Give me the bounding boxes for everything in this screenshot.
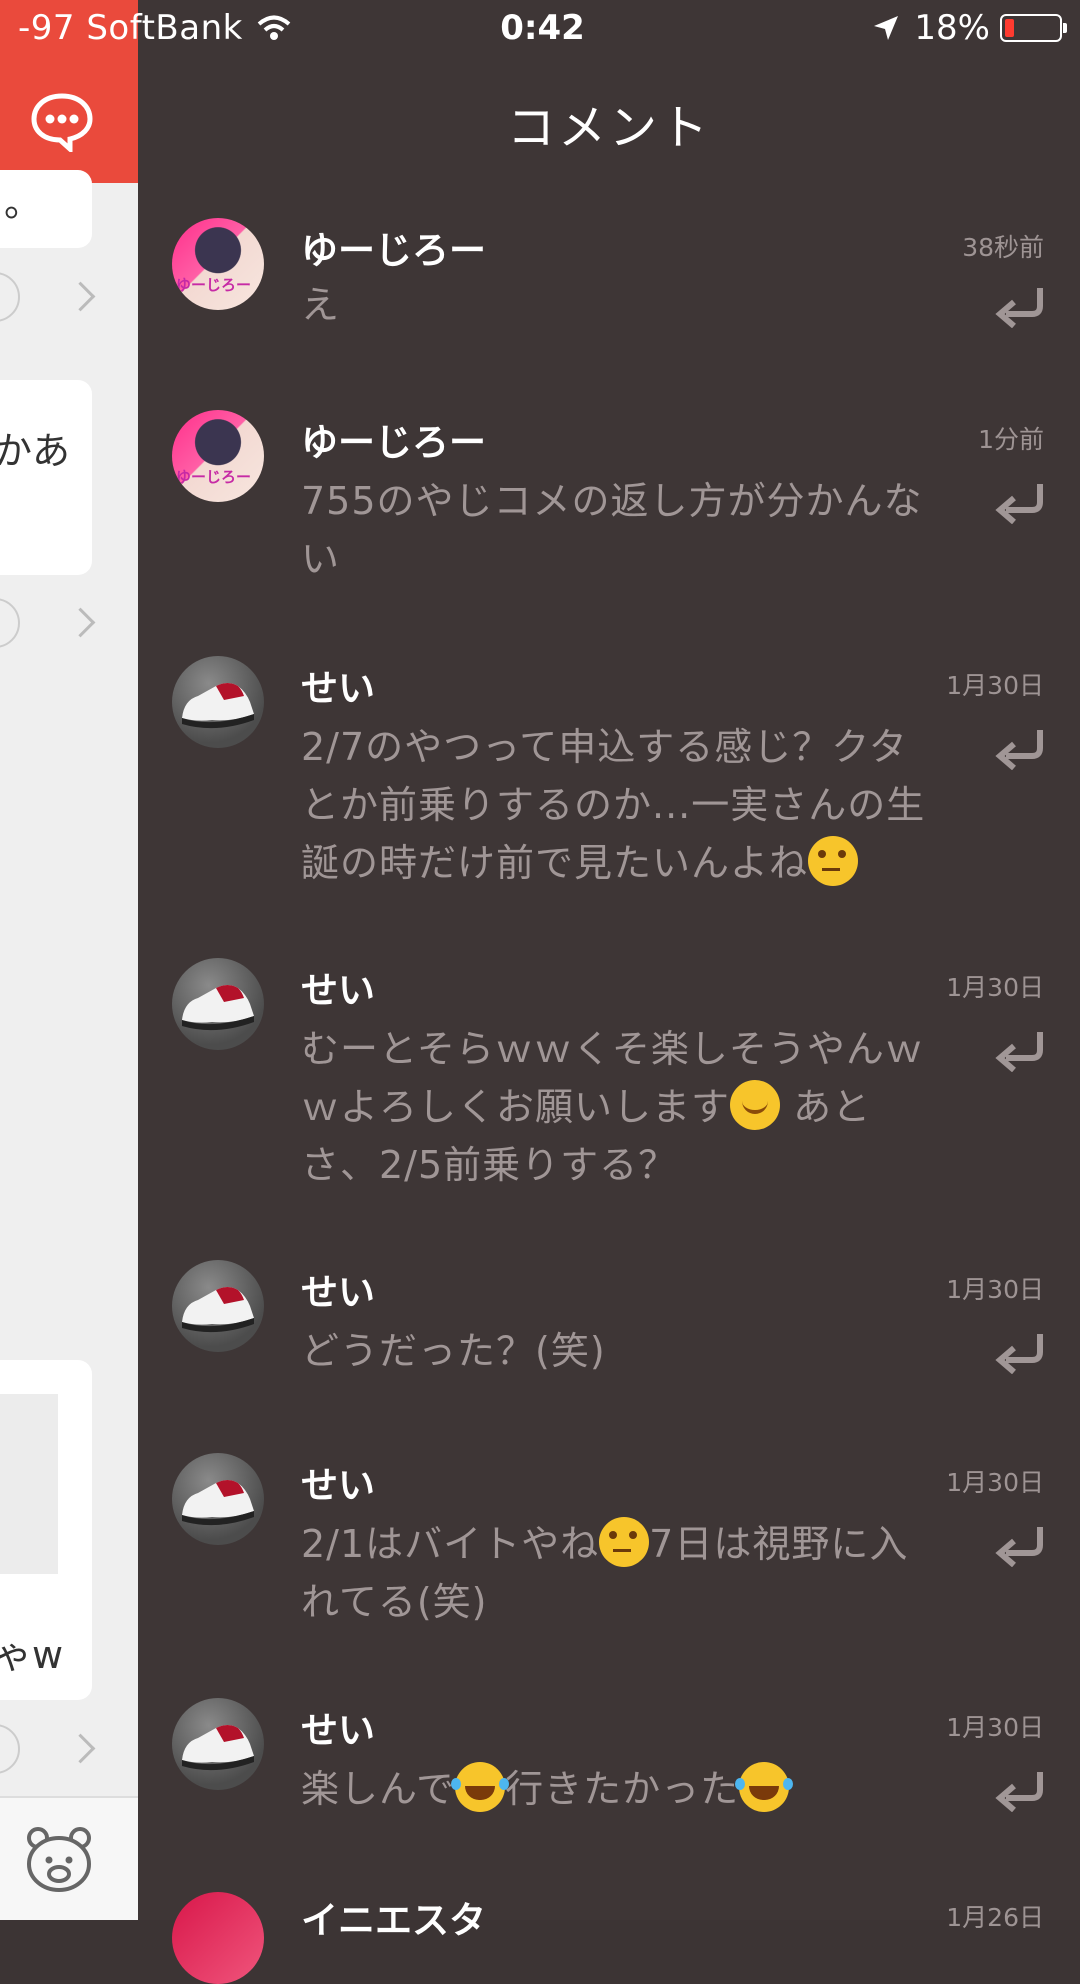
comment-time: 1月26日	[946, 1903, 1044, 1932]
feed-card-text: 。	[4, 181, 43, 225]
chat-bubble-icon[interactable]	[30, 92, 94, 152]
battery-percent: 18%	[914, 8, 990, 48]
sneaker-icon	[182, 1480, 254, 1526]
sneaker-icon	[182, 683, 254, 729]
sneaker-icon	[182, 1725, 254, 1771]
sneaker-icon	[182, 1287, 254, 1333]
feed-card[interactable]: かあ	[0, 380, 92, 575]
feed-card[interactable]: ゃw	[0, 1360, 92, 1700]
reply-arrow-icon[interactable]	[994, 1028, 1044, 1072]
feed-card-text: かあ	[0, 429, 71, 473]
avatar[interactable]	[172, 1892, 264, 1984]
comment-time: 1月30日	[946, 1468, 1044, 1497]
comment-text: むーとそらｗｗくそ楽しそうやんｗｗよろしくお願いします あとさ、2/5前乗りする…	[301, 1020, 931, 1194]
background-feed: 。 かあ ゃw	[0, 0, 138, 1920]
page-title: コメント	[506, 100, 711, 156]
status-bar: -97 SoftBank 0:42 18%	[0, 0, 1080, 60]
chevron-right-icon[interactable]	[65, 281, 96, 312]
reply-arrow-icon[interactable]	[994, 726, 1044, 770]
comment-time: 1分前	[978, 425, 1044, 454]
feed-card-image	[0, 1394, 58, 1574]
chevron-right-icon[interactable]	[65, 1733, 96, 1764]
comment-author[interactable]: せい	[301, 1262, 375, 1316]
avatar[interactable]	[172, 1698, 264, 1790]
comment-text: 楽しんで 行きたかった	[301, 1760, 931, 1818]
feed-action-icon[interactable]	[0, 598, 20, 648]
comment-author[interactable]: せい	[301, 1700, 375, 1754]
avatar[interactable]	[172, 1453, 264, 1545]
avatar-tag: ゆーじろー	[176, 276, 252, 294]
avatar[interactable]	[172, 958, 264, 1050]
comment-author[interactable]: ゆーじろー	[301, 412, 486, 466]
sneaker-icon	[182, 985, 254, 1031]
comment-time: 1月30日	[946, 1713, 1044, 1742]
comment-text: 2/7のやつって申込する感じ？クタとか前乗りするのか...一実さんの生誕の時だけ…	[301, 718, 931, 892]
reply-arrow-icon[interactable]	[994, 1330, 1044, 1374]
reply-arrow-icon[interactable]	[994, 1523, 1044, 1567]
chevron-right-icon[interactable]	[65, 607, 96, 638]
comment-text-part: 2/1はバイトやね	[301, 1522, 600, 1566]
comment-author[interactable]: せい	[301, 960, 375, 1014]
reply-arrow-icon[interactable]	[994, 284, 1044, 328]
comment-author[interactable]: ゆーじろー	[301, 220, 486, 274]
comment-text: どうだった？(笑)	[301, 1329, 606, 1373]
comment-text: 2/1はバイトやね 7日は視野に入れてる(笑)	[301, 1515, 931, 1631]
feed-card[interactable]: 。	[0, 170, 92, 248]
smiling-face-emoji-icon	[730, 1080, 781, 1130]
tab-bar	[0, 1796, 138, 1920]
thinking-face-emoji-icon	[808, 836, 859, 886]
feed-action-icon[interactable]	[0, 272, 20, 322]
avatar[interactable]: ゆーじろー	[172, 410, 264, 502]
feed-action-icon[interactable]	[0, 1724, 20, 1774]
avatar[interactable]	[172, 1260, 264, 1352]
tears-of-joy-emoji-icon	[451, 1762, 506, 1812]
avatar[interactable]	[172, 656, 264, 748]
reply-arrow-icon[interactable]	[994, 1768, 1044, 1812]
comment-text: 755のやじコメの返し方が分かんない	[301, 479, 923, 581]
tears-of-joy-emoji-icon	[735, 1762, 790, 1812]
comment-author[interactable]: イニエスタ	[301, 1890, 486, 1944]
location-arrow-icon	[874, 16, 899, 40]
reply-arrow-icon[interactable]	[994, 480, 1044, 524]
comments-panel: コメント ゆーじろー ゆーじろー 38秒前 え ゆーじろー ゆーじろー 1分前 …	[138, 0, 1080, 1984]
feed-card-text: ゃw	[0, 1633, 64, 1677]
avatar[interactable]: ゆーじろー	[172, 218, 264, 310]
status-right: 18%	[872, 8, 1067, 48]
comment-time: 38秒前	[962, 233, 1044, 262]
comment-time: 1月30日	[946, 973, 1044, 1002]
avatar-tag: ゆーじろー	[176, 468, 252, 486]
comment-author[interactable]: せい	[301, 658, 375, 712]
thinking-face-emoji-icon	[599, 1517, 650, 1567]
comment-text-part: 楽しんで	[301, 1767, 456, 1811]
comment-text: え	[301, 283, 341, 327]
comment-time: 1月30日	[946, 1275, 1044, 1304]
bear-icon[interactable]	[24, 1824, 94, 1894]
comment-time: 1月30日	[946, 671, 1044, 700]
comment-author[interactable]: せい	[301, 1455, 375, 1509]
battery-icon	[1000, 14, 1067, 42]
comment-text-part: 行きたかった	[505, 1767, 740, 1811]
